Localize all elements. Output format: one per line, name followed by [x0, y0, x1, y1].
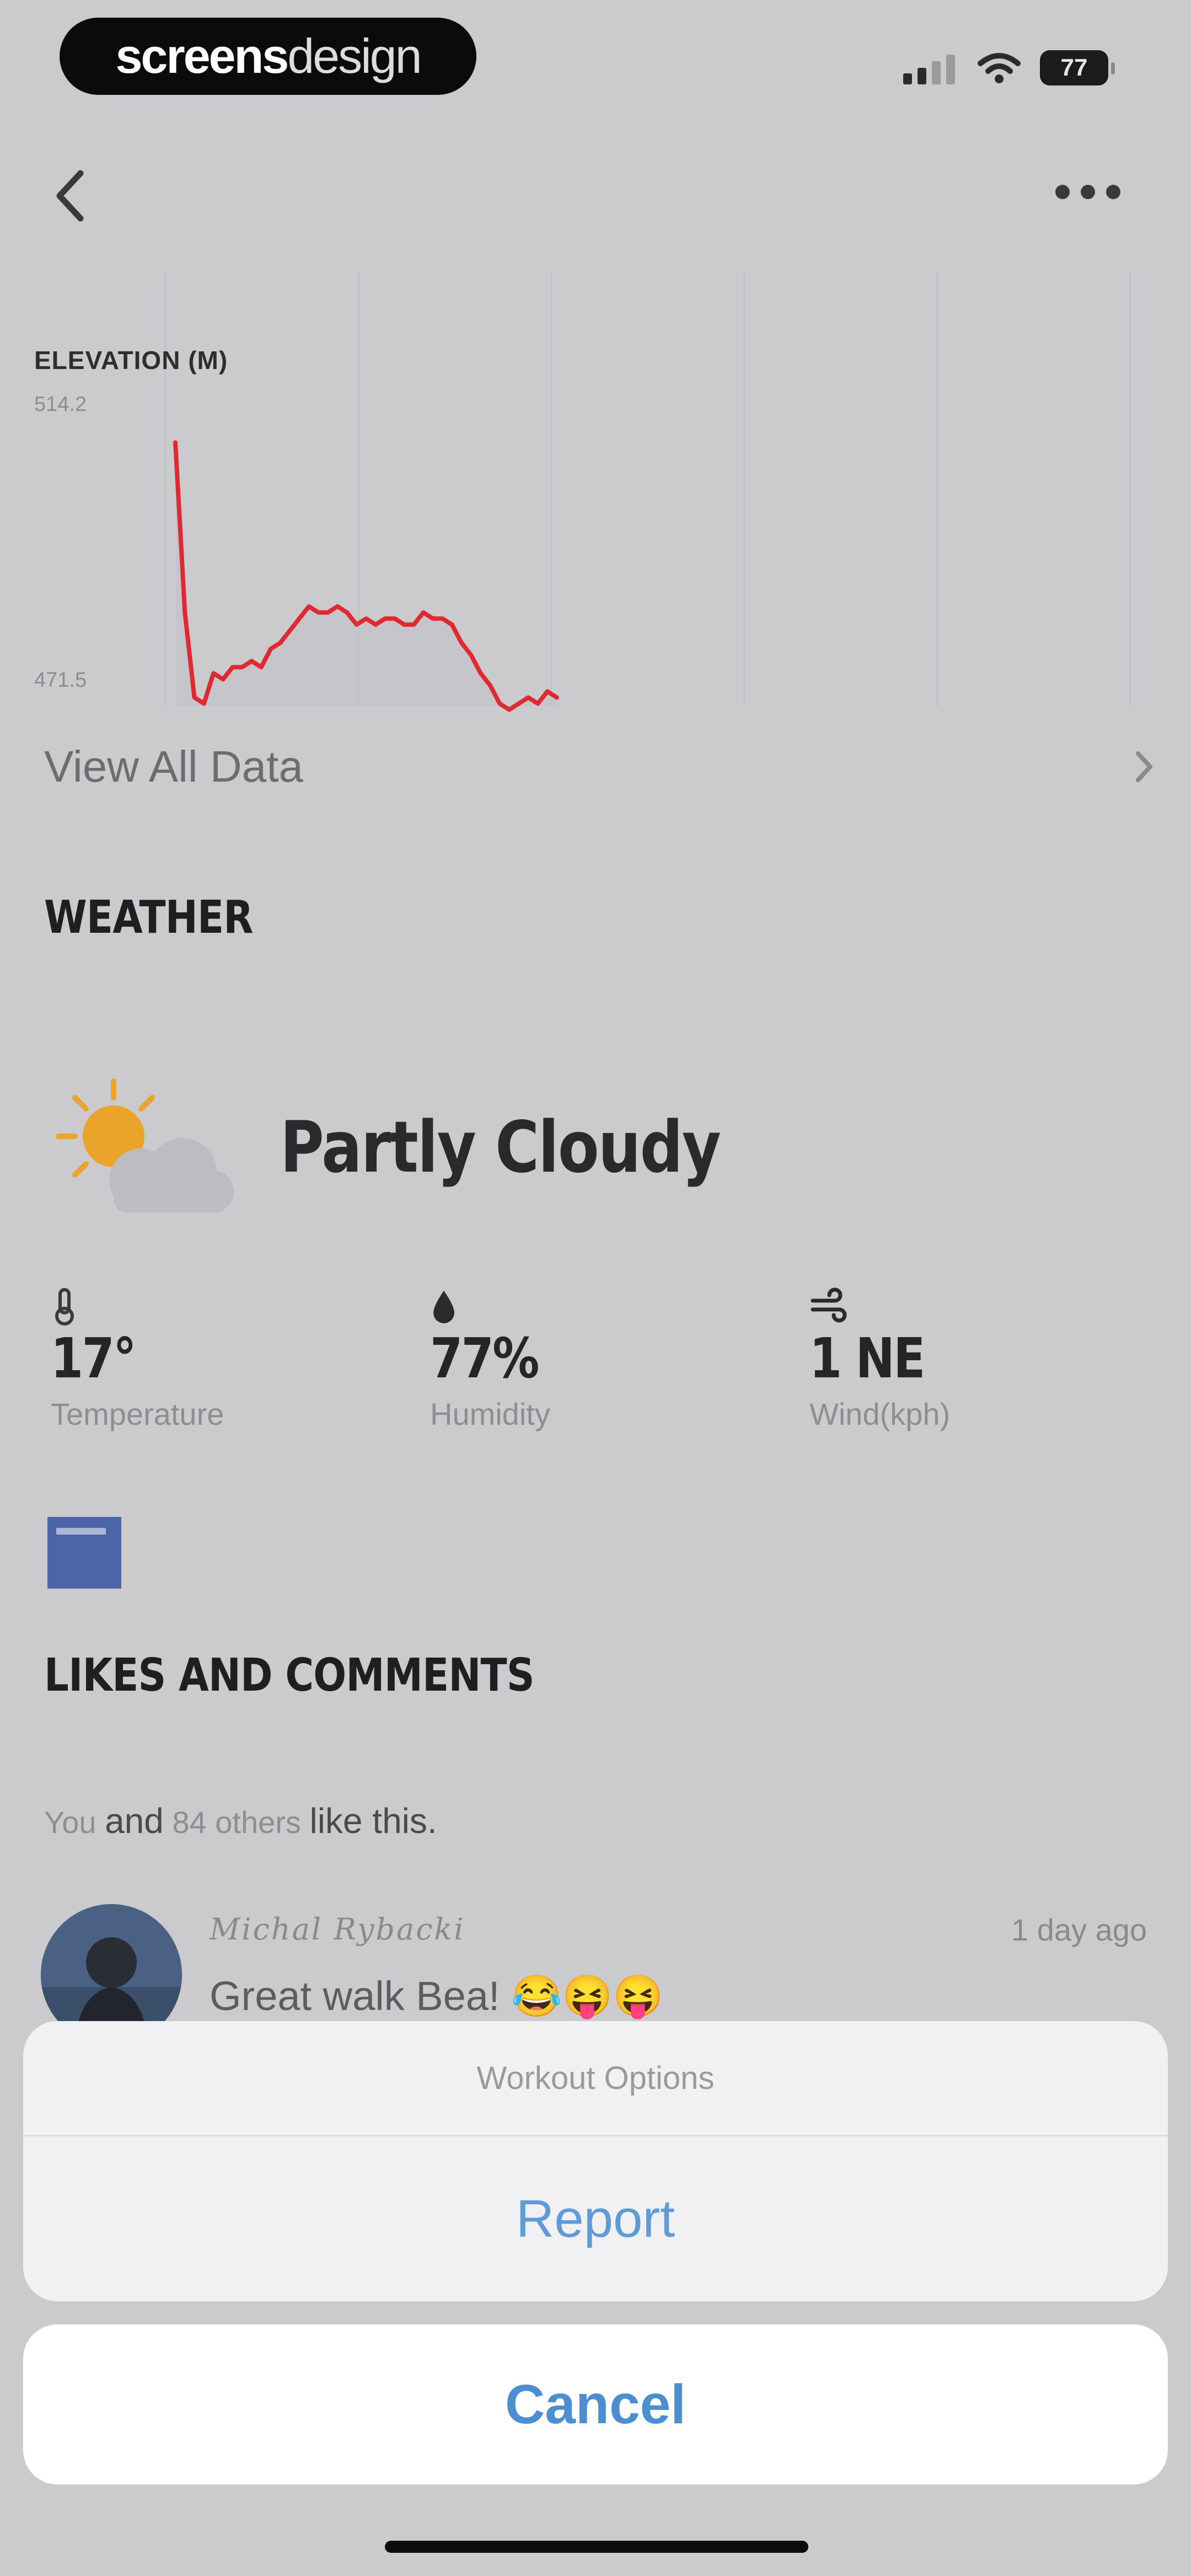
chart-y-max-label: 514.2 [34, 393, 87, 416]
likes-you: You [44, 1805, 96, 1840]
more-options-icon[interactable] [1055, 175, 1138, 209]
brand-watermark: screens design [60, 18, 476, 95]
temperature-label: Temperature [51, 1397, 224, 1431]
elevation-chart [164, 270, 1131, 712]
likes-and: and [105, 1801, 164, 1841]
comment-text: Great walk Bea! 😂😝😝 [210, 1973, 664, 2019]
temperature-value: 17° [51, 1326, 137, 1391]
wind-stat: 1 NE Wind(kph) [809, 1287, 1052, 1432]
status-icons: 77 [903, 43, 1115, 93]
more-dot [1106, 185, 1120, 199]
water-drop-icon [433, 1291, 454, 1323]
home-indicator[interactable] [385, 2541, 808, 2553]
likes-like-this: like this. [309, 1801, 437, 1841]
wind-label: Wind(kph) [809, 1397, 951, 1431]
brand-light: design [287, 29, 422, 83]
comment-timestamp: 1 day ago [1011, 1912, 1147, 1947]
view-all-data-link[interactable]: View All Data [44, 741, 303, 792]
wind-value: 1 NE [809, 1326, 925, 1391]
back-chevron-icon[interactable] [46, 165, 96, 226]
wifi-icon [978, 53, 1021, 83]
weather-provider-logo[interactable] [47, 1517, 121, 1589]
chevron-right-icon[interactable] [1130, 745, 1158, 789]
likes-section-title: LIKES AND COMMENTS [44, 1649, 535, 1702]
battery-icon: 77 [1040, 50, 1115, 85]
humidity-stat: 77% Humidity [430, 1287, 673, 1432]
cancel-button[interactable]: Cancel [23, 2324, 1168, 2484]
likes-others: 84 others [172, 1805, 301, 1840]
sheet-title: Workout Options [476, 2060, 715, 2096]
battery-level: 77 [1060, 54, 1088, 81]
report-button[interactable]: Report [23, 2136, 1168, 2301]
workout-options-sheet: Workout Options Report [23, 2021, 1168, 2301]
wind-icon [811, 1287, 847, 1323]
thermometer-icon [55, 1288, 74, 1326]
logo-mark [56, 1528, 106, 1535]
brand-bold: screens [115, 29, 289, 83]
chart-y-min-label: 471.5 [34, 669, 87, 692]
signal-icon [903, 55, 955, 84]
weather-condition: Partly Cloudy [280, 1107, 721, 1189]
weather-section-title: WEATHER [44, 891, 254, 944]
temperature-stat: 17° Temperature [51, 1287, 293, 1432]
humidity-label: Humidity [430, 1397, 550, 1431]
chart-title: ELEVATION (M) [34, 346, 228, 375]
partly-cloudy-icon [56, 1078, 234, 1212]
comment-author[interactable]: Michal Rybacki [210, 1912, 465, 1947]
likes-summary[interactable]: You and 84 others like this. [44, 1800, 437, 1841]
more-dot [1055, 185, 1070, 199]
more-dot [1081, 185, 1095, 199]
humidity-value: 77% [430, 1326, 539, 1391]
